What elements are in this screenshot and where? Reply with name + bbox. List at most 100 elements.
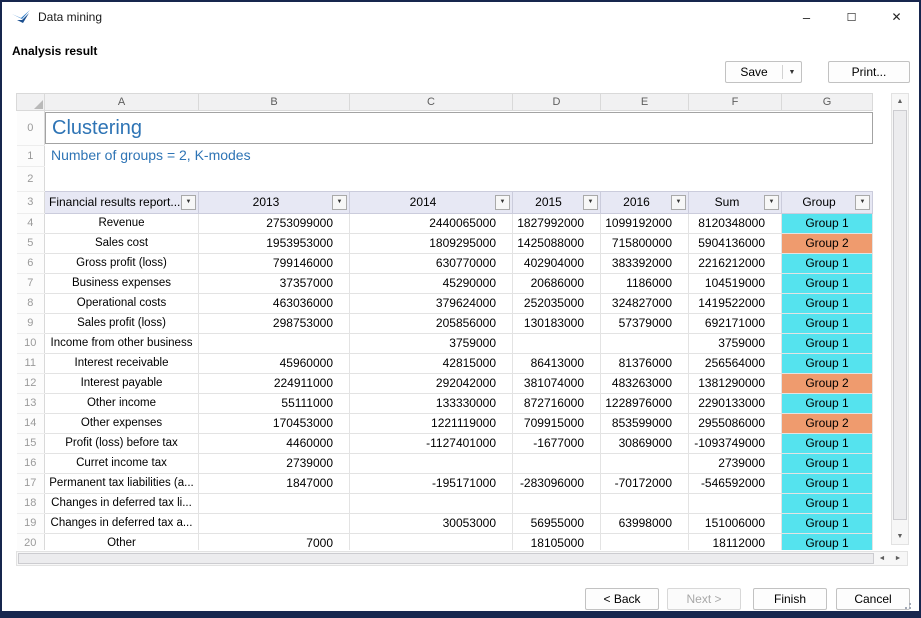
value-cell[interactable]	[513, 333, 601, 353]
row-header-13[interactable]: 13	[17, 393, 45, 413]
row-label-cell[interactable]: Permanent tax liabilities (a...	[45, 473, 199, 493]
value-cell[interactable]: 1228976000	[601, 393, 689, 413]
value-cell[interactable]: 86413000	[513, 353, 601, 373]
group-cell[interactable]: Group 2	[782, 413, 873, 433]
row-header-12[interactable]: 12	[17, 373, 45, 393]
row-label-cell[interactable]: Changes in deferred tax li...	[45, 493, 199, 513]
value-cell[interactable]: 292042000	[350, 373, 513, 393]
value-cell[interactable]: 1221119000	[350, 413, 513, 433]
value-cell[interactable]: 30869000	[601, 433, 689, 453]
minimize-button[interactable]: –	[784, 2, 829, 32]
value-cell[interactable]: 81376000	[601, 353, 689, 373]
row-header-3[interactable]: 3	[17, 191, 45, 213]
row-label-cell[interactable]: Other expenses	[45, 413, 199, 433]
value-cell[interactable]: 379624000	[350, 293, 513, 313]
filter-dropdown-button[interactable]: ▼	[671, 195, 686, 210]
group-cell[interactable]: Group 1	[782, 473, 873, 493]
value-cell[interactable]: 1847000	[199, 473, 350, 493]
row-header-2[interactable]: 2	[17, 166, 45, 191]
horizontal-scroll-thumb[interactable]	[18, 553, 874, 564]
value-cell[interactable]: 2739000	[199, 453, 350, 473]
value-cell[interactable]	[199, 513, 350, 533]
row-label-cell[interactable]: Revenue	[45, 213, 199, 233]
row-label-cell[interactable]: Profit (loss) before tax	[45, 433, 199, 453]
value-cell[interactable]: 2440065000	[350, 213, 513, 233]
row-header-11[interactable]: 11	[17, 353, 45, 373]
row-label-cell[interactable]: Other	[45, 533, 199, 550]
filter-dropdown-button[interactable]: ▼	[181, 195, 196, 210]
value-cell[interactable]	[199, 493, 350, 513]
group-cell[interactable]: Group 1	[782, 493, 873, 513]
group-cell[interactable]: Group 1	[782, 533, 873, 550]
value-cell[interactable]: 57379000	[601, 313, 689, 333]
clustering-title-cell[interactable]: Clustering	[45, 112, 873, 144]
value-cell[interactable]: 205856000	[350, 313, 513, 333]
filter-header-6[interactable]: Group▼	[782, 191, 873, 213]
save-dropdown-arrow-icon[interactable]: ▼	[783, 69, 801, 76]
close-button[interactable]: ✕	[874, 2, 919, 32]
group-cell[interactable]: Group 1	[782, 253, 873, 273]
filter-header-2[interactable]: 2014▼	[350, 191, 513, 213]
value-cell[interactable]: -1127401000	[350, 433, 513, 453]
value-cell[interactable]	[601, 453, 689, 473]
print-button[interactable]: Print...	[828, 61, 910, 83]
value-cell[interactable]: 1425088000	[513, 233, 601, 253]
filter-dropdown-button[interactable]: ▼	[332, 195, 347, 210]
value-cell[interactable]: 18105000	[513, 533, 601, 550]
value-cell[interactable]: 692171000	[689, 313, 782, 333]
value-cell[interactable]: -70172000	[601, 473, 689, 493]
value-cell[interactable]: 709915000	[513, 413, 601, 433]
value-cell[interactable]: 20686000	[513, 273, 601, 293]
value-cell[interactable]: 37357000	[199, 273, 350, 293]
merged-cell[interactable]: Number of groups = 2, K-modes	[45, 145, 873, 166]
row-label-cell[interactable]: Business expenses	[45, 273, 199, 293]
row-header-17[interactable]: 17	[17, 473, 45, 493]
value-cell[interactable]: 2739000	[689, 453, 782, 473]
value-cell[interactable]: 2216212000	[689, 253, 782, 273]
value-cell[interactable]: 1419522000	[689, 293, 782, 313]
row-label-cell[interactable]: Sales profit (loss)	[45, 313, 199, 333]
row-header-9[interactable]: 9	[17, 313, 45, 333]
scroll-down-arrow-icon[interactable]: ▼	[892, 529, 908, 544]
value-cell[interactable]: 56955000	[513, 513, 601, 533]
group-cell[interactable]: Group 1	[782, 513, 873, 533]
value-cell[interactable]: 3759000	[689, 333, 782, 353]
value-cell[interactable]: 18112000	[689, 533, 782, 550]
value-cell[interactable]: -195171000	[350, 473, 513, 493]
group-cell[interactable]: Group 1	[782, 393, 873, 413]
value-cell[interactable]: 2753099000	[199, 213, 350, 233]
row-label-cell[interactable]: Income from other business	[45, 333, 199, 353]
value-cell[interactable]: 151006000	[689, 513, 782, 533]
column-header-g[interactable]: G	[782, 94, 873, 111]
row-label-cell[interactable]: Interest payable	[45, 373, 199, 393]
row-label-cell[interactable]: Curret income tax	[45, 453, 199, 473]
merged-cell[interactable]	[45, 166, 873, 191]
row-header-20[interactable]: 20	[17, 533, 45, 550]
value-cell[interactable]: 256564000	[689, 353, 782, 373]
column-header-f[interactable]: F	[689, 94, 782, 111]
value-cell[interactable]: 853599000	[601, 413, 689, 433]
value-cell[interactable]: 381074000	[513, 373, 601, 393]
value-cell[interactable]: 324827000	[601, 293, 689, 313]
row-label-cell[interactable]: Other income	[45, 393, 199, 413]
scroll-up-arrow-icon[interactable]: ▲	[892, 94, 908, 109]
value-cell[interactable]: 4460000	[199, 433, 350, 453]
vertical-scrollbar[interactable]: ▲ ▼	[891, 93, 909, 545]
filter-header-0[interactable]: Financial results report...▼	[45, 191, 199, 213]
group-cell[interactable]: Group 1	[782, 313, 873, 333]
value-cell[interactable]: 402904000	[513, 253, 601, 273]
value-cell[interactable]: -1677000	[513, 433, 601, 453]
value-cell[interactable]: 715800000	[601, 233, 689, 253]
column-header-a[interactable]: A	[45, 94, 199, 111]
value-cell[interactable]: 133330000	[350, 393, 513, 413]
value-cell[interactable]: 298753000	[199, 313, 350, 333]
value-cell[interactable]: 42815000	[350, 353, 513, 373]
titlebar[interactable]: Data mining – ☐ ✕	[2, 2, 919, 32]
group-cell[interactable]: Group 1	[782, 293, 873, 313]
value-cell[interactable]: 799146000	[199, 253, 350, 273]
row-label-cell[interactable]: Changes in deferred tax a...	[45, 513, 199, 533]
value-cell[interactable]: 55111000	[199, 393, 350, 413]
value-cell[interactable]: 483263000	[601, 373, 689, 393]
filter-header-5[interactable]: Sum▼	[689, 191, 782, 213]
value-cell[interactable]: 630770000	[350, 253, 513, 273]
